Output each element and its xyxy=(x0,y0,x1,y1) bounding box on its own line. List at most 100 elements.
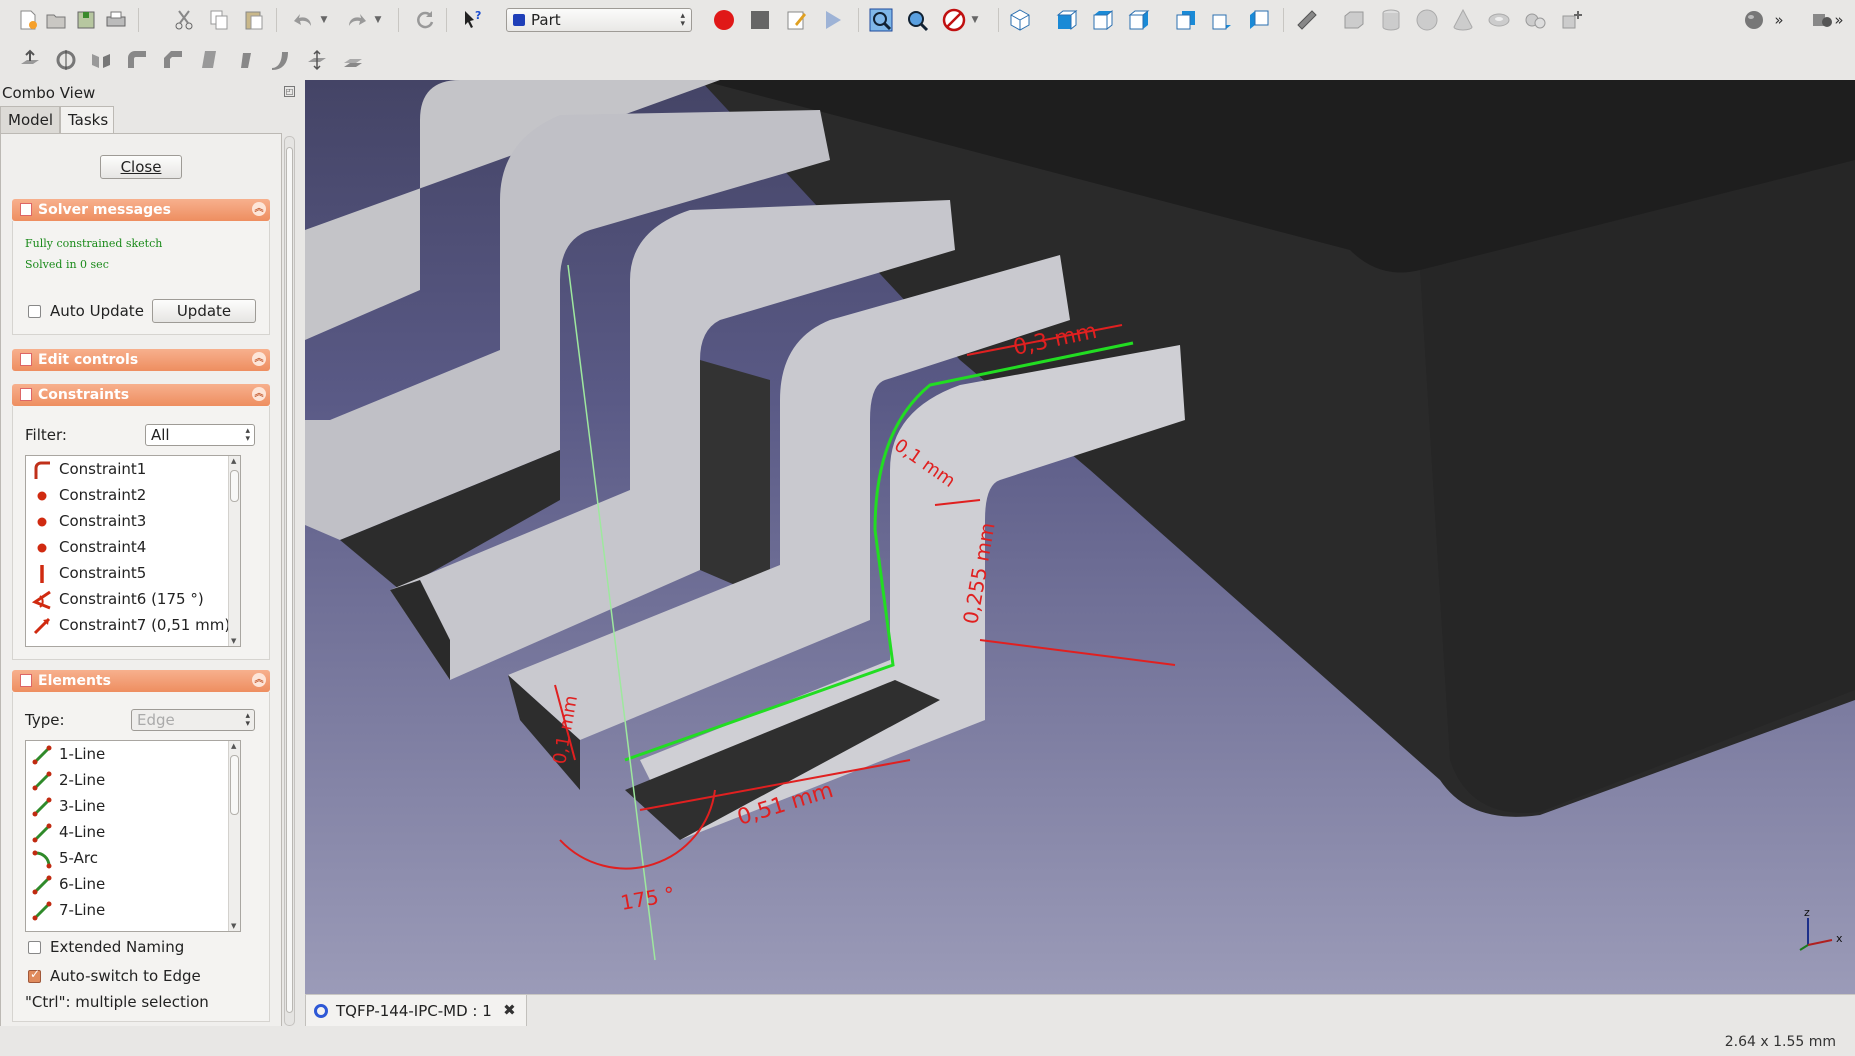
cut-icon[interactable] xyxy=(170,6,198,34)
tab-model[interactable]: Model xyxy=(0,106,60,134)
stop-macro-icon[interactable] xyxy=(746,6,774,34)
fillet-icon[interactable] xyxy=(123,46,151,74)
chamfer-icon[interactable] xyxy=(159,46,187,74)
redo-dropdown-icon[interactable]: ▼ xyxy=(371,6,385,34)
refresh-icon[interactable] xyxy=(411,6,439,34)
bottom-view-icon[interactable] xyxy=(1208,6,1236,34)
copy-icon[interactable] xyxy=(205,6,233,34)
list-item[interactable]: 1-Line xyxy=(26,741,240,767)
list-item[interactable]: 6-Line xyxy=(26,871,240,897)
top-view-icon[interactable] xyxy=(1089,6,1117,34)
list-item[interactable]: 3-Line xyxy=(26,793,240,819)
edit-macro-icon[interactable] xyxy=(783,6,811,34)
fit-all-icon[interactable] xyxy=(867,6,895,34)
collapse-icon[interactable]: ︽ xyxy=(252,202,266,216)
isometric-view-icon[interactable] xyxy=(1006,6,1034,34)
left-view-icon[interactable] xyxy=(1245,6,1273,34)
elements-list-scrollbar[interactable]: ▲ ▼ xyxy=(228,741,240,931)
draw-style-dropdown-icon[interactable]: ▼ xyxy=(968,6,982,34)
list-item[interactable]: 4-Line xyxy=(26,819,240,845)
box-icon[interactable] xyxy=(1340,6,1368,34)
list-item[interactable]: Constraint3 xyxy=(26,508,240,534)
tangent-constraint-icon xyxy=(34,461,50,479)
revolve-icon[interactable] xyxy=(52,46,80,74)
new-icon[interactable] xyxy=(14,6,42,34)
auto-update-checkbox[interactable] xyxy=(28,305,41,318)
section-icon[interactable] xyxy=(303,46,331,74)
open-icon[interactable] xyxy=(42,6,70,34)
constraint-filter-select[interactable]: All ▴ ▾ xyxy=(145,424,255,446)
extended-naming-checkbox[interactable] xyxy=(28,941,41,954)
constraints-list[interactable]: Constraint1 Constraint2 Constraint3 Cons… xyxy=(25,455,241,647)
ruled-surface-icon[interactable] xyxy=(195,46,223,74)
elements-header[interactable]: Elements ︽ xyxy=(12,670,270,692)
undo-icon[interactable] xyxy=(289,6,317,34)
list-item[interactable]: Constraint1 xyxy=(26,456,240,482)
offset-icon[interactable] xyxy=(339,46,367,74)
tasks-panel-scrollbar[interactable] xyxy=(284,136,295,1026)
torus-icon[interactable] xyxy=(1485,6,1513,34)
sphere-icon[interactable] xyxy=(1413,6,1441,34)
close-button[interactable]: Close xyxy=(100,155,182,179)
close-tab-icon[interactable]: ✖ xyxy=(503,1001,516,1019)
list-item[interactable]: 2-Line xyxy=(26,767,240,793)
list-item[interactable]: Constraint2 xyxy=(26,482,240,508)
loft-icon[interactable] xyxy=(231,46,259,74)
extrude-icon[interactable] xyxy=(16,46,44,74)
edit-controls-header[interactable]: Edit controls ︽ xyxy=(12,349,270,371)
fit-selection-icon[interactable] xyxy=(903,6,931,34)
scroll-down-icon[interactable]: ▼ xyxy=(231,637,236,645)
tab-tasks[interactable]: Tasks xyxy=(60,106,114,134)
collapse-icon[interactable]: ︽ xyxy=(252,673,266,687)
element-type-select[interactable]: Edge ▴ ▾ xyxy=(131,709,255,731)
spin-arrows-icon: ▴ ▾ xyxy=(245,711,250,729)
3d-viewport[interactable]: 0,3 mm 0,1 mm 0,255 mm 0,51 mm 175 ° 0,1… xyxy=(305,80,1855,994)
whats-this-icon[interactable]: ? xyxy=(459,6,487,34)
record-macro-icon[interactable] xyxy=(710,6,738,34)
list-item[interactable]: Constraint6 (175 °) xyxy=(26,586,240,612)
constraints-header[interactable]: Constraints ︽ xyxy=(12,384,270,406)
elements-list[interactable]: 1-Line 2-Line 3-Line 4-Line 5-Arc 6-Line… xyxy=(25,740,241,932)
scrollbar-thumb[interactable] xyxy=(286,147,293,1013)
list-item[interactable]: Constraint5 xyxy=(26,560,240,586)
redo-icon[interactable] xyxy=(343,6,371,34)
part-design-icon[interactable] xyxy=(1740,6,1768,34)
scrollbar-thumb[interactable] xyxy=(230,470,239,502)
undock-icon[interactable]: ◰ xyxy=(284,86,295,97)
scrollbar-thumb[interactable] xyxy=(230,755,239,815)
sweep-icon[interactable] xyxy=(267,46,295,74)
constraints-list-scrollbar[interactable]: ▲ ▼ xyxy=(228,456,240,646)
auto-switch-checkbox[interactable] xyxy=(28,967,41,983)
run-macro-icon[interactable] xyxy=(819,6,847,34)
scroll-down-icon[interactable]: ▼ xyxy=(231,922,236,930)
paste-icon[interactable] xyxy=(240,6,268,34)
print-icon[interactable] xyxy=(102,6,130,34)
front-view-icon[interactable] xyxy=(1053,6,1081,34)
expand-icon[interactable]: ︽ xyxy=(252,352,266,366)
toolbar-overflow-icon[interactable]: » xyxy=(1772,6,1786,34)
scroll-up-icon[interactable]: ▲ xyxy=(231,742,236,750)
list-item[interactable]: Constraint4 xyxy=(26,534,240,560)
cone-icon[interactable] xyxy=(1449,6,1477,34)
update-button[interactable]: Update xyxy=(152,299,256,323)
scroll-up-icon[interactable]: ▲ xyxy=(231,457,236,465)
sketch-scene[interactable]: 0,3 mm 0,1 mm 0,255 mm 0,51 mm 175 ° 0,1… xyxy=(305,80,1855,994)
undo-dropdown-icon[interactable]: ▼ xyxy=(317,6,331,34)
solver-messages-header[interactable]: Solver messages ︽ xyxy=(12,199,270,221)
draw-style-icon[interactable] xyxy=(940,6,968,34)
list-item[interactable]: 7-Line xyxy=(26,897,240,923)
cylinder-icon[interactable] xyxy=(1377,6,1405,34)
collapse-icon[interactable]: ︽ xyxy=(252,387,266,401)
rear-view-icon[interactable] xyxy=(1172,6,1200,34)
measure-icon[interactable] xyxy=(1293,6,1321,34)
list-item[interactable]: Constraint7 (0,51 mm) xyxy=(26,612,240,638)
save-icon[interactable] xyxy=(72,6,100,34)
workbench-selector[interactable]: Part ▴ ▾ xyxy=(506,8,692,32)
primitives-icon[interactable] xyxy=(1558,6,1586,34)
toolbar-overflow-icon-2[interactable]: » xyxy=(1832,6,1846,34)
tube-icon[interactable] xyxy=(1521,6,1549,34)
list-item[interactable]: 5-Arc xyxy=(26,845,240,871)
mirror-icon[interactable] xyxy=(87,46,115,74)
right-view-icon[interactable] xyxy=(1125,6,1153,34)
document-tab[interactable]: TQFP-144-IPC-MD : 1 ✖ xyxy=(305,995,527,1027)
